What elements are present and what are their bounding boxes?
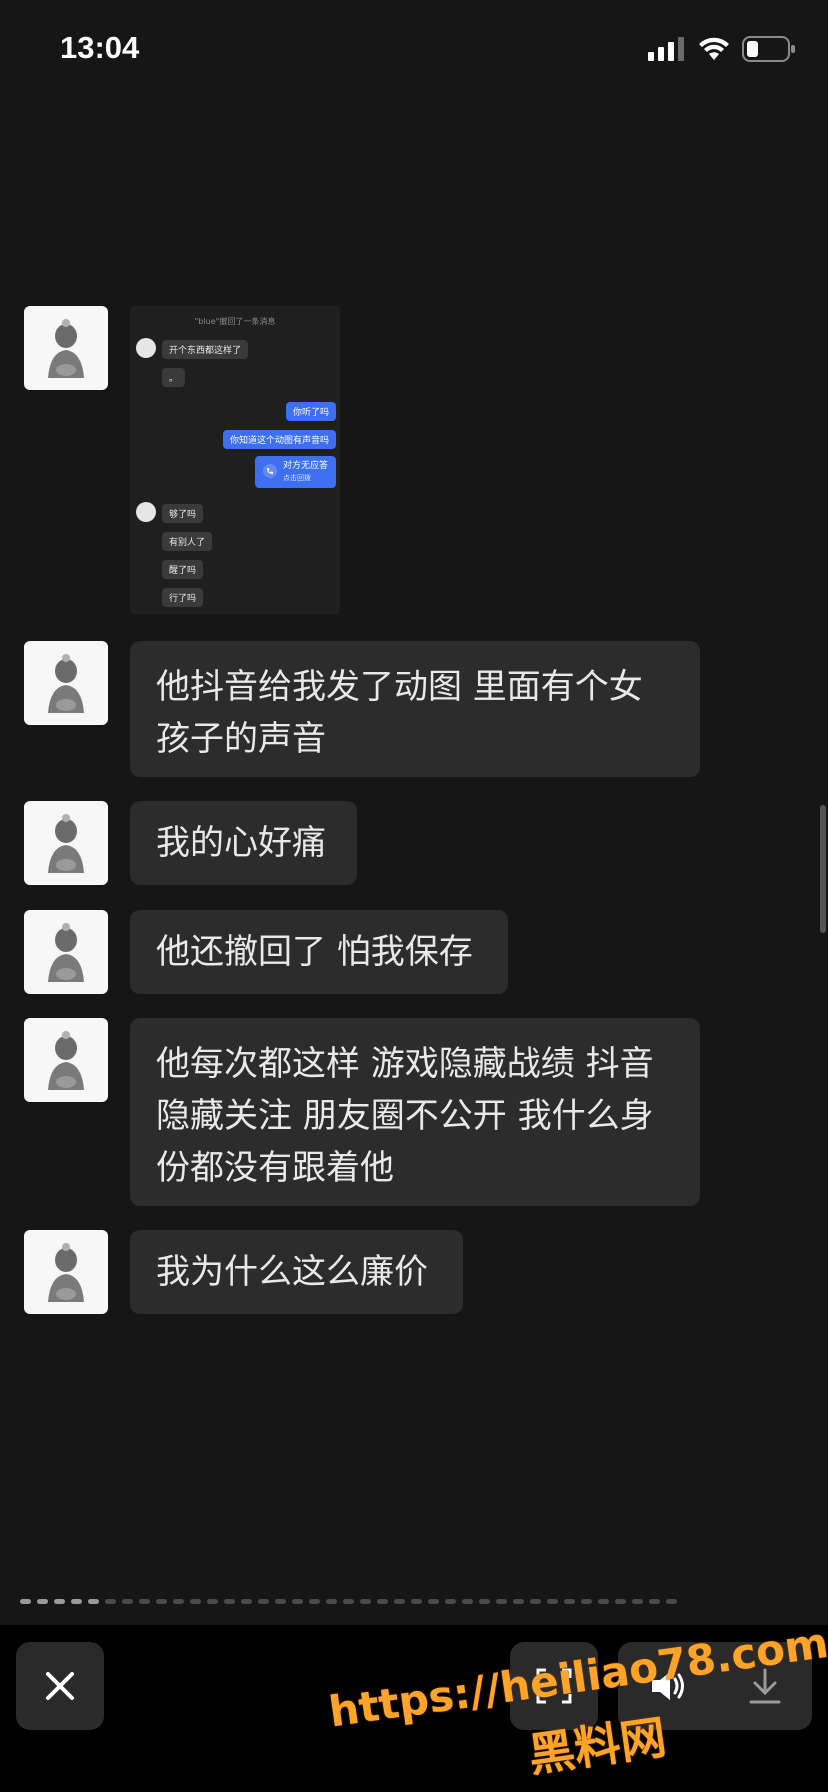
cellular-signal-icon: [648, 37, 684, 61]
mini-message: 有别人了: [162, 532, 213, 551]
page-dot: [581, 1599, 592, 1604]
message-line: 他还撤回了 怕我保存: [156, 932, 473, 972]
page-dot: [598, 1599, 609, 1604]
message-line: 隐藏关注 朋友圈不公开 我什么身: [156, 1096, 654, 1136]
scrollbar[interactable]: [820, 805, 826, 933]
page-dot: [88, 1599, 99, 1604]
message-bubble[interactable]: 他每次都这样 游戏隐藏战绩 抖音 隐藏关注 朋友圈不公开 我什么身 份都没有跟着…: [130, 1018, 700, 1206]
page-dot: [479, 1599, 490, 1604]
page-dot: [666, 1599, 677, 1604]
avatar-figure-icon: [48, 814, 84, 873]
close-icon: [46, 1672, 74, 1700]
mini-call-message: 对方无应答 点击回拨: [254, 456, 336, 488]
page-dot: [615, 1599, 626, 1604]
avatar[interactable]: [24, 801, 108, 885]
message-bubble[interactable]: 我为什么这么廉价: [130, 1230, 463, 1314]
status-icons: [648, 36, 796, 62]
mini-avatar: [136, 338, 156, 358]
close-button[interactable]: [16, 1642, 104, 1730]
page-dot: [258, 1599, 269, 1604]
avatar-figure-icon: [48, 654, 84, 713]
message-bubble[interactable]: 他抖音给我发了动图 里面有个女 孩子的声音: [130, 641, 700, 777]
message-line: 我为什么这么廉价: [156, 1252, 428, 1292]
message-line: 他抖音给我发了动图 里面有个女: [156, 667, 643, 707]
page-dot: [394, 1599, 405, 1604]
page-dot: [139, 1599, 150, 1604]
status-bar: 13:04: [0, 0, 828, 100]
mini-message: 醒了吗: [162, 560, 204, 579]
avatar-figure-icon: [48, 319, 84, 378]
message-line: 我的心好痛: [156, 823, 326, 863]
page-dot: [275, 1599, 286, 1604]
phone-icon: [262, 464, 277, 478]
avatar-figure-icon: [48, 923, 84, 982]
page-dot: [564, 1599, 575, 1604]
page-dot: [360, 1599, 371, 1604]
mini-message: 行了吗: [162, 588, 204, 607]
page-dot: [462, 1599, 473, 1604]
mini-message: 。: [162, 368, 186, 387]
page-dot: [54, 1599, 65, 1604]
page-dot: [530, 1599, 541, 1604]
avatar-figure-icon: [48, 1243, 84, 1302]
mini-message: 够了吗: [162, 504, 204, 523]
page-dot: [190, 1599, 201, 1604]
avatar[interactable]: [24, 1018, 108, 1102]
page-dot: [428, 1599, 439, 1604]
battery-icon: [742, 36, 795, 62]
mini-message: 你听了吗: [285, 402, 336, 421]
page-dot: [224, 1599, 235, 1604]
page-dot: [496, 1599, 507, 1604]
page-dot: [377, 1599, 388, 1604]
mini-message: 开个东西都这样了: [162, 340, 249, 359]
page-dot: [445, 1599, 456, 1604]
message-line: 份都没有跟着他: [156, 1148, 394, 1188]
avatar-figure-icon: [48, 1031, 84, 1090]
page-dot: [20, 1599, 31, 1604]
page-dot: [343, 1599, 354, 1604]
call-back-hint: 点击回拨: [282, 474, 311, 482]
avatar[interactable]: [24, 1230, 108, 1314]
page-dot: [292, 1599, 303, 1604]
page-dot: [326, 1599, 337, 1604]
status-time: 13:04: [60, 30, 140, 65]
page-indicator: [20, 1599, 677, 1604]
avatar[interactable]: [24, 306, 108, 390]
page-dot: [156, 1599, 167, 1604]
page-dot: [105, 1599, 116, 1604]
page-dot: [513, 1599, 524, 1604]
embedded-chat-screenshot[interactable]: "blue"撤回了一条消息 开个东西都这样了 。 你听了吗 你知道这个动图有声音…: [130, 306, 340, 614]
message-line: 他每次都这样 游戏隐藏战绩 抖音: [156, 1044, 654, 1084]
page-dot: [649, 1599, 660, 1604]
page-dot: [241, 1599, 252, 1604]
message-bubble[interactable]: 他还撤回了 怕我保存: [130, 910, 508, 994]
page-dot: [632, 1599, 643, 1604]
page-dot: [411, 1599, 422, 1604]
page-dot: [207, 1599, 218, 1604]
page-dot: [71, 1599, 82, 1604]
wifi-icon: [699, 37, 729, 60]
page-dot: [309, 1599, 320, 1604]
page-dot: [173, 1599, 184, 1604]
mini-message: 你知道这个动图有声音吗: [222, 430, 336, 449]
page-dot: [547, 1599, 558, 1604]
page-dot: [122, 1599, 133, 1604]
message-line: 孩子的声音: [156, 719, 326, 759]
avatar[interactable]: [24, 641, 108, 725]
avatar[interactable]: [24, 910, 108, 994]
call-status: 对方无应答: [282, 461, 328, 471]
recall-notice: "blue"撤回了一条消息: [194, 317, 276, 326]
mini-avatar: [136, 502, 156, 522]
page-dot: [37, 1599, 48, 1604]
message-bubble[interactable]: 我的心好痛: [130, 801, 357, 885]
